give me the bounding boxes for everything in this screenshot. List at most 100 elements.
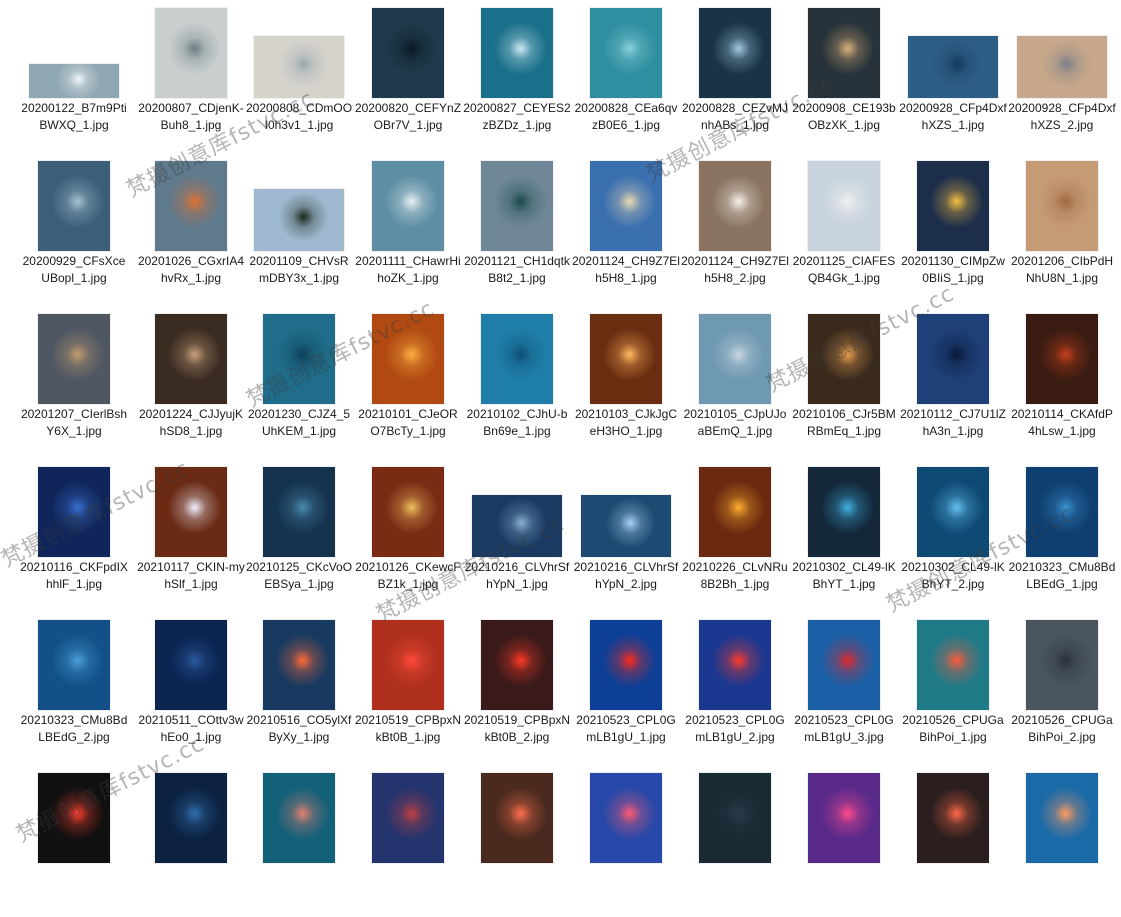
image-thumbnail[interactable] (155, 161, 227, 251)
image-thumbnail[interactable] (481, 8, 553, 98)
image-thumbnail[interactable] (917, 161, 989, 251)
image-thumbnail[interactable] (372, 314, 444, 404)
image-thumbnail[interactable] (917, 314, 989, 404)
image-thumbnail[interactable] (581, 495, 671, 557)
file-item[interactable]: 20201230_CJZ4_5UhKEM_1.jpg (245, 308, 353, 458)
image-thumbnail[interactable] (155, 8, 227, 98)
file-item[interactable] (572, 767, 680, 917)
file-item[interactable]: 20210216_CLVhrSfhYpN_2.jpg (572, 461, 680, 611)
file-item[interactable] (354, 767, 462, 917)
image-thumbnail[interactable] (254, 36, 344, 98)
file-item[interactable]: 20201125_CIAFESQB4Gk_1.jpg (790, 155, 898, 305)
file-item[interactable]: 20200929_CFsXceUBopl_1.jpg (20, 155, 128, 305)
file-item[interactable]: 20210302_CL49-lKBhYT_1.jpg (790, 461, 898, 611)
image-thumbnail[interactable] (917, 467, 989, 557)
file-item[interactable]: 20210519_CPBpxNkBt0B_1.jpg (354, 614, 462, 764)
file-item[interactable]: 20200908_CE193bOBzXK_1.jpg (790, 2, 898, 152)
image-thumbnail[interactable] (917, 773, 989, 863)
file-item[interactable]: 20200807_CDjenK-Buh8_1.jpg (137, 2, 245, 152)
image-thumbnail[interactable] (808, 773, 880, 863)
image-thumbnail[interactable] (372, 467, 444, 557)
image-thumbnail[interactable] (699, 8, 771, 98)
image-thumbnail[interactable] (481, 773, 553, 863)
file-item[interactable]: 20210526_CPUGaBihPoi_1.jpg (899, 614, 1007, 764)
image-thumbnail[interactable] (808, 314, 880, 404)
file-item[interactable]: 20210523_CPL0GmLB1gU_2.jpg (681, 614, 789, 764)
file-item[interactable]: 20210112_CJ7U1lZhA3n_1.jpg (899, 308, 1007, 458)
image-thumbnail[interactable] (481, 161, 553, 251)
file-item[interactable] (790, 767, 898, 917)
file-item[interactable]: 20200828_CEZvMJnhABs_1.jpg (681, 2, 789, 152)
image-thumbnail[interactable] (699, 161, 771, 251)
image-thumbnail[interactable] (590, 8, 662, 98)
file-item[interactable]: 20201109_CHVsRmDBY3x_1.jpg (245, 155, 353, 305)
image-thumbnail[interactable] (372, 8, 444, 98)
file-item[interactable] (681, 767, 789, 917)
image-thumbnail[interactable] (155, 620, 227, 710)
file-item[interactable]: 20200928_CFp4DxfhXZS_2.jpg (1008, 2, 1116, 152)
image-thumbnail[interactable] (481, 314, 553, 404)
image-thumbnail[interactable] (590, 620, 662, 710)
file-item[interactable]: 20210114_CKAfdP4hLsw_1.jpg (1008, 308, 1116, 458)
image-thumbnail[interactable] (372, 773, 444, 863)
file-item[interactable]: 20200808_CDmOOI0h3v1_1.jpg (245, 2, 353, 152)
image-thumbnail[interactable] (917, 620, 989, 710)
image-thumbnail[interactable] (372, 161, 444, 251)
image-thumbnail[interactable] (481, 620, 553, 710)
image-thumbnail[interactable] (263, 467, 335, 557)
image-thumbnail[interactable] (155, 467, 227, 557)
file-item[interactable]: 20210323_CMu8BdLBEdG_2.jpg (20, 614, 128, 764)
file-item[interactable]: 20210117_CKIN-myhSlf_1.jpg (137, 461, 245, 611)
image-thumbnail[interactable] (372, 620, 444, 710)
file-item[interactable]: 20201206_CIbPdHNhU8N_1.jpg (1008, 155, 1116, 305)
file-item[interactable]: 20201124_CH9Z7Elh5H8_1.jpg (572, 155, 680, 305)
file-item[interactable]: 20201026_CGxrIA4hvRx_1.jpg (137, 155, 245, 305)
file-item[interactable]: 20201224_CJJyujKhSD8_1.jpg (137, 308, 245, 458)
file-item[interactable]: 20200820_CEFYnZOBr7V_1.jpg (354, 2, 462, 152)
image-thumbnail[interactable] (1026, 314, 1098, 404)
file-item[interactable]: 20210116_CKFpdIXhhlF_1.jpg (20, 461, 128, 611)
image-thumbnail[interactable] (1026, 161, 1098, 251)
file-item[interactable]: 20210126_CKewcFBZ1k_1.jpg (354, 461, 462, 611)
file-item[interactable]: 20210125_CKcVoOEBSya_1.jpg (245, 461, 353, 611)
image-thumbnail[interactable] (38, 161, 110, 251)
image-thumbnail[interactable] (263, 620, 335, 710)
image-thumbnail[interactable] (1026, 773, 1098, 863)
file-item[interactable]: 20200122_B7m9PtiBWXQ_1.jpg (20, 2, 128, 152)
image-thumbnail[interactable] (699, 773, 771, 863)
image-thumbnail[interactable] (38, 314, 110, 404)
image-thumbnail[interactable] (263, 314, 335, 404)
file-item[interactable] (20, 767, 128, 917)
file-item[interactable]: 20201121_CH1dqtkB8t2_1.jpg (463, 155, 571, 305)
file-item[interactable] (463, 767, 571, 917)
image-thumbnail[interactable] (808, 467, 880, 557)
image-thumbnail[interactable] (590, 314, 662, 404)
image-thumbnail[interactable] (808, 8, 880, 98)
image-thumbnail[interactable] (38, 620, 110, 710)
file-item[interactable] (1008, 767, 1116, 917)
image-thumbnail[interactable] (38, 773, 110, 863)
file-item[interactable]: 20210519_CPBpxNkBt0B_2.jpg (463, 614, 571, 764)
image-thumbnail[interactable] (699, 467, 771, 557)
image-thumbnail[interactable] (155, 773, 227, 863)
image-thumbnail[interactable] (263, 773, 335, 863)
image-thumbnail[interactable] (29, 64, 119, 98)
file-item[interactable]: 20200827_CEYES2zBZDz_1.jpg (463, 2, 571, 152)
file-item[interactable]: 20210526_CPUGaBihPoi_2.jpg (1008, 614, 1116, 764)
image-thumbnail[interactable] (1026, 620, 1098, 710)
file-item[interactable]: 20201130_CIMpZw0BIiS_1.jpg (899, 155, 1007, 305)
file-item[interactable]: 20200928_CFp4DxfhXZS_1.jpg (899, 2, 1007, 152)
file-item[interactable]: 20210103_CJkJgCeH3HO_1.jpg (572, 308, 680, 458)
image-thumbnail[interactable] (254, 189, 344, 251)
image-thumbnail[interactable] (590, 161, 662, 251)
image-thumbnail[interactable] (155, 314, 227, 404)
file-item[interactable] (899, 767, 1007, 917)
image-thumbnail[interactable] (808, 620, 880, 710)
file-item[interactable]: 20210102_CJhU-bBn69e_1.jpg (463, 308, 571, 458)
file-item[interactable]: 20210226_CLvNRu8B2Bh_1.jpg (681, 461, 789, 611)
image-thumbnail[interactable] (38, 467, 110, 557)
image-thumbnail[interactable] (590, 773, 662, 863)
file-item[interactable]: 20210216_CLVhrSfhYpN_1.jpg (463, 461, 571, 611)
file-item[interactable]: 20210101_CJeORO7BcTy_1.jpg (354, 308, 462, 458)
file-item[interactable]: 20201111_CHawrHihoZK_1.jpg (354, 155, 462, 305)
